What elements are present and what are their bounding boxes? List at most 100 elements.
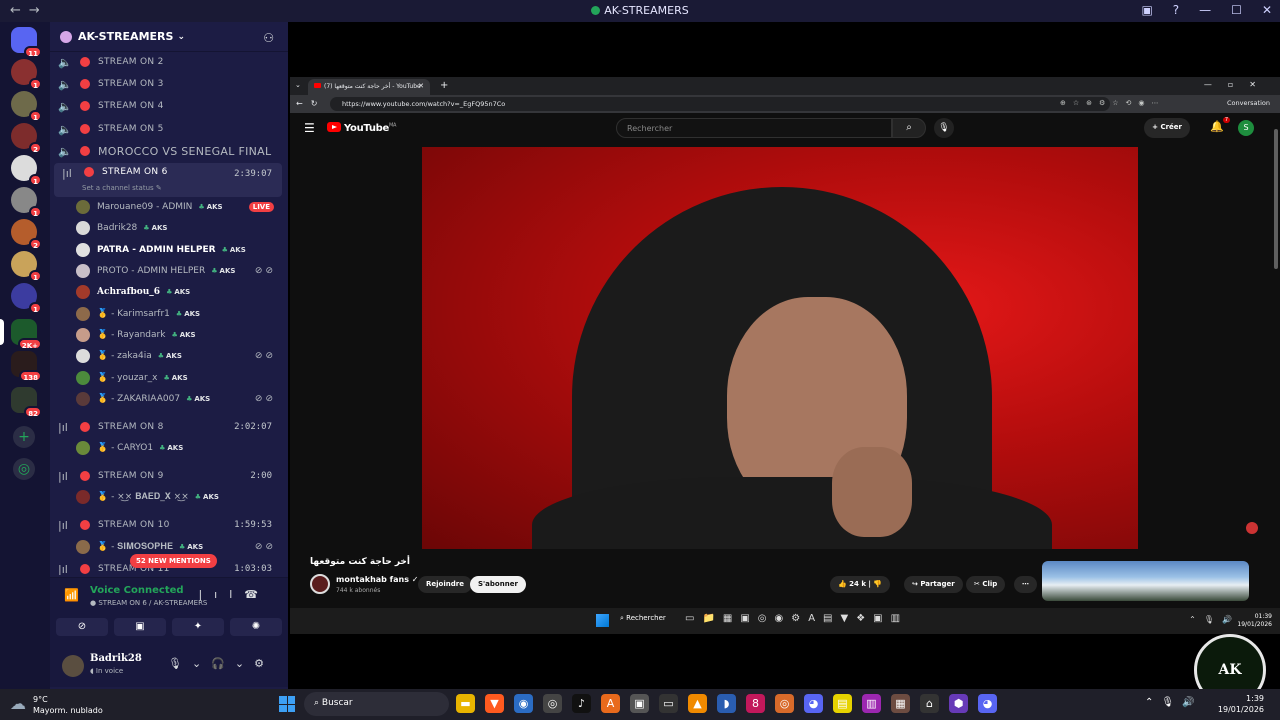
soundboard-button[interactable]: ✺: [230, 618, 282, 636]
youtube-logo[interactable]: YouTubeMA: [327, 122, 396, 134]
browser-tab[interactable]: (7) أخر حاجة كنت متوقعها - YouTube ✕: [308, 79, 430, 95]
disconnect-icon[interactable]: ☎: [244, 588, 270, 601]
tiktok-icon[interactable]: ♪: [572, 694, 591, 713]
voice-channel[interactable]: |ıl STREAM ON 9 2:00: [50, 465, 282, 487]
scrollbar[interactable]: [1274, 129, 1278, 269]
server-icon-active[interactable]: 2K+: [11, 319, 42, 350]
app-icon[interactable]: 8: [746, 694, 765, 713]
server-icon[interactable]: 1: [11, 283, 42, 314]
server-folder[interactable]: 82: [11, 387, 42, 418]
signal-icon[interactable]: 📶: [64, 588, 79, 602]
server-icon[interactable]: 2: [11, 123, 42, 154]
voice-channel[interactable]: |ıl STREAM ON 10 1:59:53: [50, 514, 282, 536]
app-icon[interactable]: A: [601, 694, 620, 713]
voice-channel[interactable]: 🔈 MOROCCO VS SENEGAL FINAL: [50, 140, 282, 162]
chrome-icon[interactable]: ◉: [514, 694, 533, 713]
app-icon[interactable]: ⬢: [949, 694, 968, 713]
channel-avatar[interactable]: [310, 574, 330, 594]
file-explorer-icon[interactable]: ▬: [456, 694, 475, 713]
like-button[interactable]: 👍 24 k | 👎: [830, 576, 891, 593]
mic-icon[interactable]: 🎙⌄: [168, 657, 211, 670]
voice-user[interactable]: Marouane09 - ADMINAKSLIVE: [76, 197, 280, 217]
weather-icon[interactable]: ☁: [10, 694, 26, 713]
tab-list-icon[interactable]: ⌄: [295, 81, 301, 89]
channel-status-hint[interactable]: Set a channel status ✎: [82, 184, 162, 192]
share-button[interactable]: ↪ Partager: [904, 576, 963, 593]
discord-icon[interactable]: ◕: [978, 694, 997, 713]
gear-icon[interactable]: ⚙: [254, 657, 274, 670]
extension-icons[interactable]: ⊕☆⊛⚙☆⟲◉⋯: [1060, 99, 1166, 107]
github-icon[interactable]: ◎: [543, 694, 562, 713]
create-button[interactable]: + Créer: [1144, 118, 1190, 138]
taskbar-clock[interactable]: 1:39 19/01/2026: [1218, 693, 1264, 715]
voice-user[interactable]: 🥇 - zaka4iaAKS⊘⊘: [76, 346, 280, 366]
server-icon[interactable]: 1: [11, 251, 42, 282]
browser-nav-icons[interactable]: ←↻: [296, 99, 325, 108]
add-server-icon[interactable]: +: [13, 426, 35, 448]
app-icon[interactable]: ▣: [630, 694, 649, 713]
menu-icon[interactable]: ☰: [304, 121, 315, 135]
brave-icon[interactable]: ▼: [485, 694, 504, 713]
weather-widget[interactable]: 9°C Mayorm. nublado: [33, 694, 103, 716]
voice-channel[interactable]: 🔈 STREAM ON 3: [50, 73, 282, 95]
discord-icon[interactable]: ◕: [804, 694, 823, 713]
voice-user[interactable]: PATRA - ADMIN HELPERAKS: [76, 240, 280, 260]
discover-icon[interactable]: ◎: [13, 458, 35, 480]
close-button[interactable]: ✕: [1262, 3, 1272, 17]
browser-window-controls[interactable]: —▫✕: [1204, 80, 1272, 89]
invite-people-icon[interactable]: ⚇: [263, 31, 274, 45]
bell-icon[interactable]: 🔔 7: [1210, 117, 1230, 133]
maximize-button[interactable]: ☐: [1231, 3, 1242, 17]
recommended-thumbnail[interactable]: [1042, 561, 1249, 601]
channel-name[interactable]: montakhab fans ✓: [336, 575, 419, 584]
search-icon[interactable]: ⌕: [892, 118, 926, 138]
avatar[interactable]: [62, 655, 84, 677]
search-input[interactable]: ⌕ Buscar: [304, 692, 449, 716]
voice-user[interactable]: Badrik28AKS: [76, 218, 280, 238]
url-input[interactable]: https://www.youtube.com/watch?v=_EgFQ95n…: [330, 97, 1110, 111]
voice-channel-link[interactable]: ● STREAM ON 6 / AK-STREAMERS: [90, 599, 207, 607]
voice-channel-active[interactable]: |ıl STREAM ON 6 2:39:07 Set a channel sta…: [54, 163, 282, 197]
app-icon[interactable]: ▥: [862, 694, 881, 713]
voice-user[interactable]: 🥇 - RayandarkAKS: [76, 325, 280, 345]
app-icon[interactable]: ◗: [717, 694, 736, 713]
voice-channel[interactable]: 🔈 STREAM ON 4: [50, 95, 282, 117]
vlc-icon[interactable]: ▲: [688, 694, 707, 713]
help-icon[interactable]: ?: [1173, 3, 1179, 17]
server-icon[interactable]: 1: [11, 59, 42, 90]
voice-user[interactable]: 🥇 - ×͜× 𝐁𝐀𝐄𝐃_𝐗 ×͜×AKS: [76, 487, 280, 507]
new-mentions-button[interactable]: 52 NEW MENTIONS: [130, 554, 217, 568]
voice-user[interactable]: PROTO - ADMIN HELPERAKS⊘⊘: [76, 261, 280, 281]
activities-button[interactable]: ✦: [172, 618, 224, 636]
server-folder[interactable]: 138: [11, 351, 42, 382]
voice-channel[interactable]: 🔈 STREAM ON 2: [50, 51, 282, 73]
headphones-icon[interactable]: 🎧⌄: [211, 657, 254, 670]
conversation-button[interactable]: Conversation: [1227, 99, 1270, 107]
more-options-icon[interactable]: ⋯: [1014, 576, 1037, 593]
windows-start-icon[interactable]: [279, 696, 295, 712]
voice-user[interactable]: 🥇 - ZAKARIAA007AKS⊘⊘: [76, 389, 280, 409]
voice-user[interactable]: 🥇 - youzar_xAKS: [76, 368, 280, 388]
video-player[interactable]: [422, 147, 1138, 549]
mic-icon[interactable]: 🎙: [934, 118, 954, 138]
noise-suppression-icon[interactable]: |ıl: [198, 588, 244, 601]
voice-user[interactable]: 🥇 - Karimsarfr1AKS: [76, 304, 280, 324]
server-icon[interactable]: 1: [11, 187, 42, 218]
camera-toggle-button[interactable]: ⊘: [56, 618, 108, 636]
join-button[interactable]: Rejoindre: [418, 576, 472, 593]
minimize-button[interactable]: —: [1199, 3, 1211, 17]
voice-user[interactable]: Achrafbou_6AKS: [76, 282, 280, 302]
clip-button[interactable]: ✂ Clip: [966, 576, 1006, 593]
server-icon[interactable]: 2: [11, 219, 42, 250]
close-tab-icon[interactable]: ✕: [418, 82, 424, 90]
app-icon[interactable]: ▦: [891, 694, 910, 713]
system-tray[interactable]: ⌃🎙🔊: [1145, 697, 1203, 708]
app-icon[interactable]: ▤: [833, 694, 852, 713]
search-input[interactable]: Rechercher: [616, 118, 892, 138]
server-icon[interactable]: 1: [11, 91, 42, 122]
subscribe-button[interactable]: S'abonner: [470, 576, 526, 593]
app-icon[interactable]: ◎: [775, 694, 794, 713]
guild-header[interactable]: AK-STREAMERS ⌄ ⚇: [50, 22, 288, 52]
app-icon[interactable]: ⌂: [920, 694, 939, 713]
server-icon[interactable]: 1: [11, 155, 42, 186]
